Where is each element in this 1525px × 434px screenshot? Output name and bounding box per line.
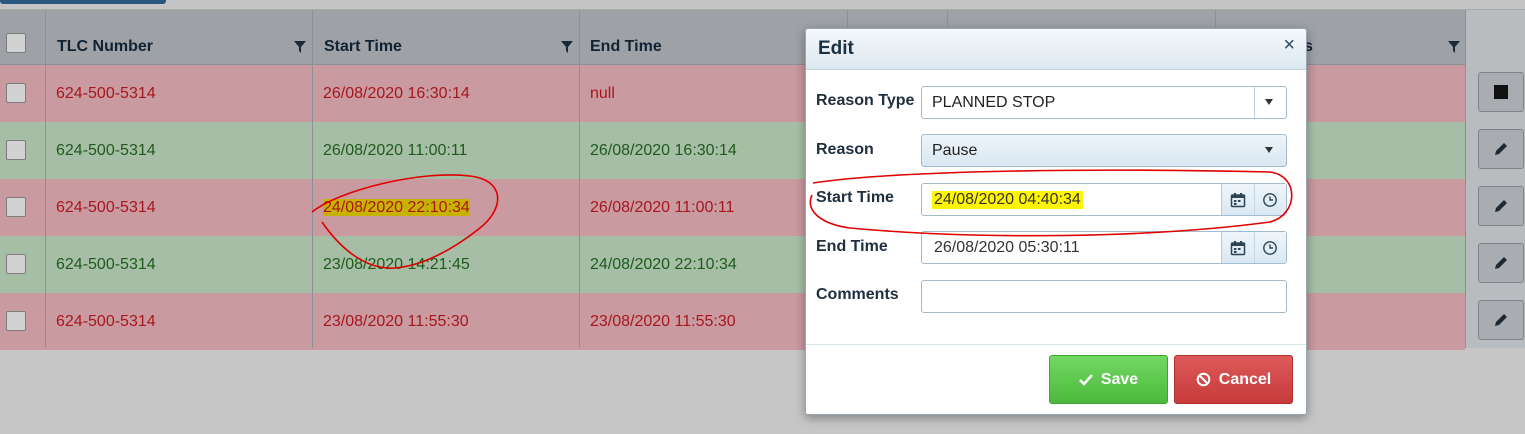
- annotation-overlay: [311, 169, 1293, 269]
- annotation-circle-grid: [311, 174, 499, 269]
- annotation-circle-modal: [809, 169, 1293, 237]
